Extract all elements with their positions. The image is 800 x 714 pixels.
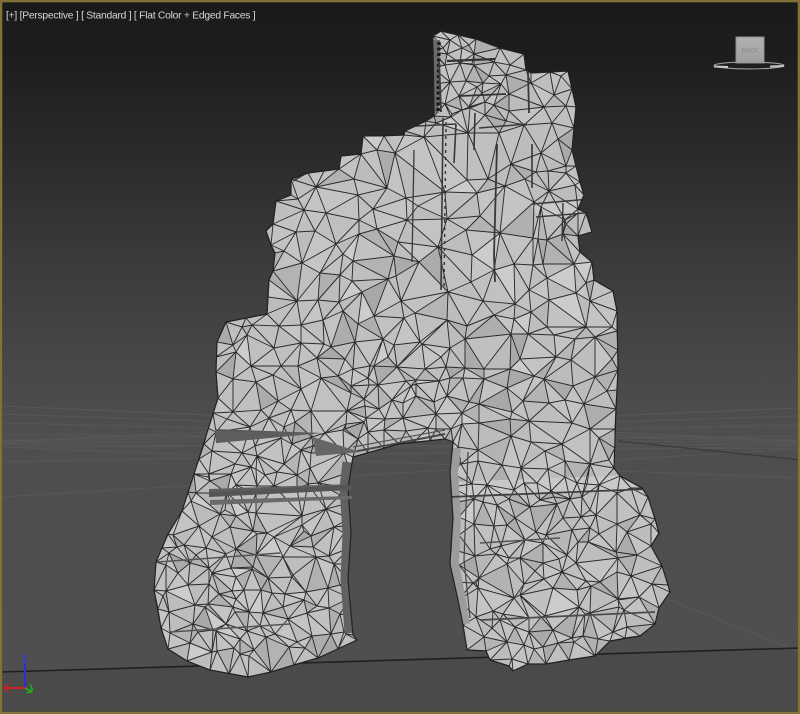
svg-text:[+] [Perspective ] [ Standard: [+] [Perspective ] [ Standard ] [ Flat C… [6,11,256,22]
svg-text:Z: Z [22,654,28,664]
svg-text:BACK: BACK [742,49,758,55]
